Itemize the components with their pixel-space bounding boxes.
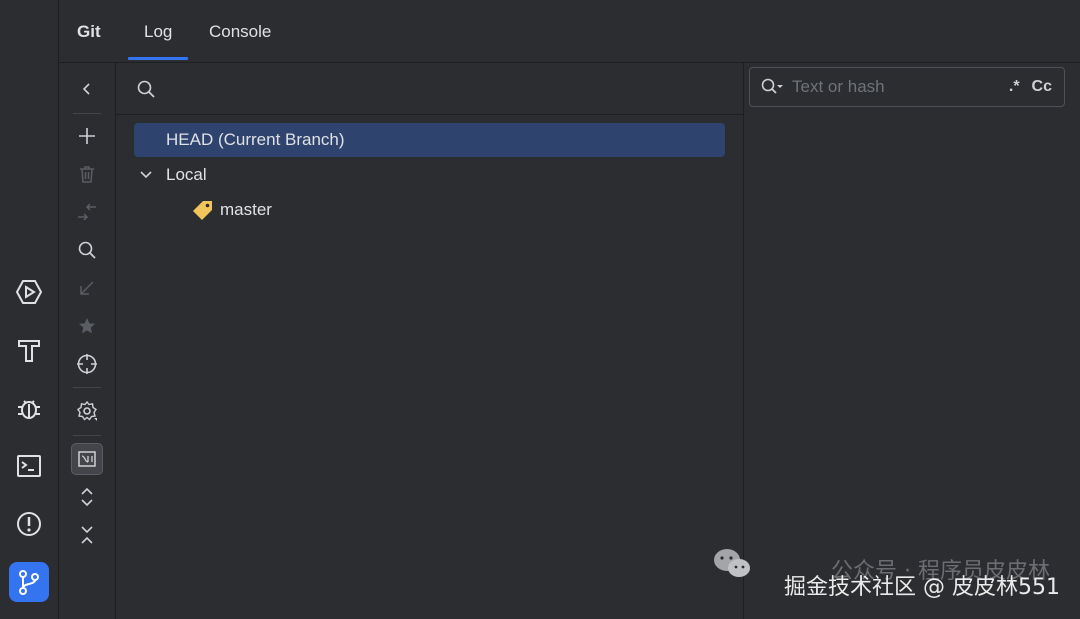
branch-search-bar[interactable]: [116, 63, 743, 115]
tool-window-title: Git: [77, 22, 101, 41]
tab-bar: Git Log Console: [59, 0, 1080, 63]
favorite-star-icon[interactable]: [71, 310, 103, 342]
expand-all-icon[interactable]: [71, 481, 103, 513]
regex-toggle[interactable]: .*: [1009, 78, 1020, 96]
search-history-icon[interactable]: [760, 77, 784, 97]
update-arrow-icon[interactable]: [71, 272, 103, 304]
chevron-down-icon[interactable]: [138, 167, 162, 183]
problems-icon[interactable]: [9, 504, 49, 544]
git-icon[interactable]: [9, 562, 49, 602]
new-branch-plus-icon[interactable]: [71, 120, 103, 152]
wechat-icon: [712, 547, 752, 581]
branch-label: master: [220, 200, 272, 219]
group-by-repository-icon[interactable]: [71, 443, 103, 475]
toolbar-divider: [73, 113, 101, 114]
watermark: 掘金技术社区 @ 皮皮林551: [714, 549, 1060, 601]
text-or-hash-search[interactable]: Text or hash .* Cc: [749, 67, 1065, 107]
git-tool-window: Git Log Console HEAD (Current Branch) Lo…: [59, 0, 1080, 619]
log-pane: Text or hash .* Cc: [744, 63, 1080, 619]
head-label: HEAD (Current Branch): [166, 130, 345, 149]
branch-row-master[interactable]: master: [134, 193, 725, 227]
terminal-icon[interactable]: [9, 446, 49, 486]
watermark-line2: 掘金技术社区 @ 皮皮林551: [784, 575, 1060, 600]
branch-row-head[interactable]: HEAD (Current Branch): [134, 123, 725, 157]
tool-window-strip: [0, 0, 59, 619]
toolbar-divider: [73, 387, 101, 388]
tab-log[interactable]: Log: [127, 22, 189, 60]
branches-panel: HEAD (Current Branch) Local master: [116, 63, 744, 619]
collapse-chevron-left-icon[interactable]: [71, 73, 103, 105]
search-icon[interactable]: [136, 79, 156, 99]
branches-toolbar: [59, 63, 116, 619]
match-case-toggle[interactable]: Cc: [1032, 78, 1052, 96]
search-placeholder: Text or hash: [792, 77, 885, 96]
collapse-all-icon[interactable]: [71, 519, 103, 551]
debug-icon[interactable]: [9, 388, 49, 428]
locate-target-icon[interactable]: [71, 348, 103, 380]
toolbar-divider: [73, 435, 101, 436]
tab-console[interactable]: Console: [209, 22, 271, 42]
tag-icon: [192, 199, 220, 221]
build-icon[interactable]: [9, 330, 49, 370]
search-icon[interactable]: [71, 234, 103, 266]
delete-trash-icon[interactable]: [71, 158, 103, 190]
branch-group-local[interactable]: Local: [134, 158, 725, 192]
settings-gear-icon[interactable]: [71, 395, 103, 427]
compare-arrows-icon[interactable]: [71, 196, 103, 228]
run-services-icon[interactable]: [9, 272, 49, 312]
local-group-label: Local: [166, 165, 207, 184]
